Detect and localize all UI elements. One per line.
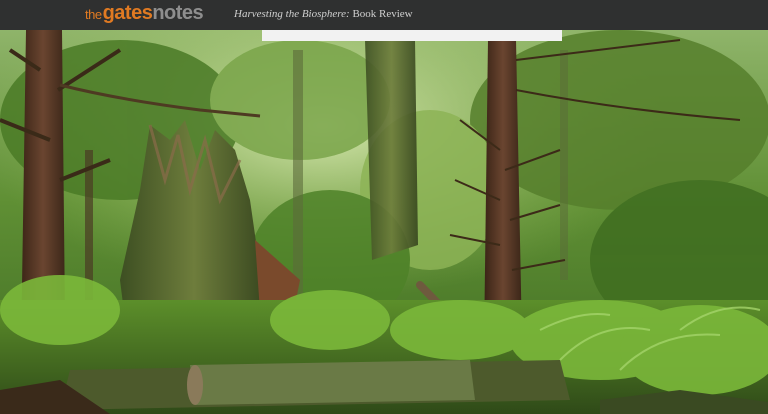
gatesnotes-logo[interactable]: the gates notes	[85, 2, 204, 26]
hero-forest-image	[0, 30, 768, 414]
article-title: Harvesting the Biosphere: Book Review	[234, 8, 413, 20]
title-suffix: Book Review	[349, 8, 413, 20]
book-title: Harvesting the Biosphere:	[234, 8, 350, 20]
logo-notes-text: notes	[152, 2, 204, 24]
forest-illustration	[0, 30, 768, 414]
logo-the-text: the	[85, 7, 102, 22]
logo-gates-text: gates	[102, 2, 153, 24]
image-top-banner	[262, 30, 562, 41]
site-header: the gates notes Harvesting the Biosphere…	[0, 0, 768, 30]
